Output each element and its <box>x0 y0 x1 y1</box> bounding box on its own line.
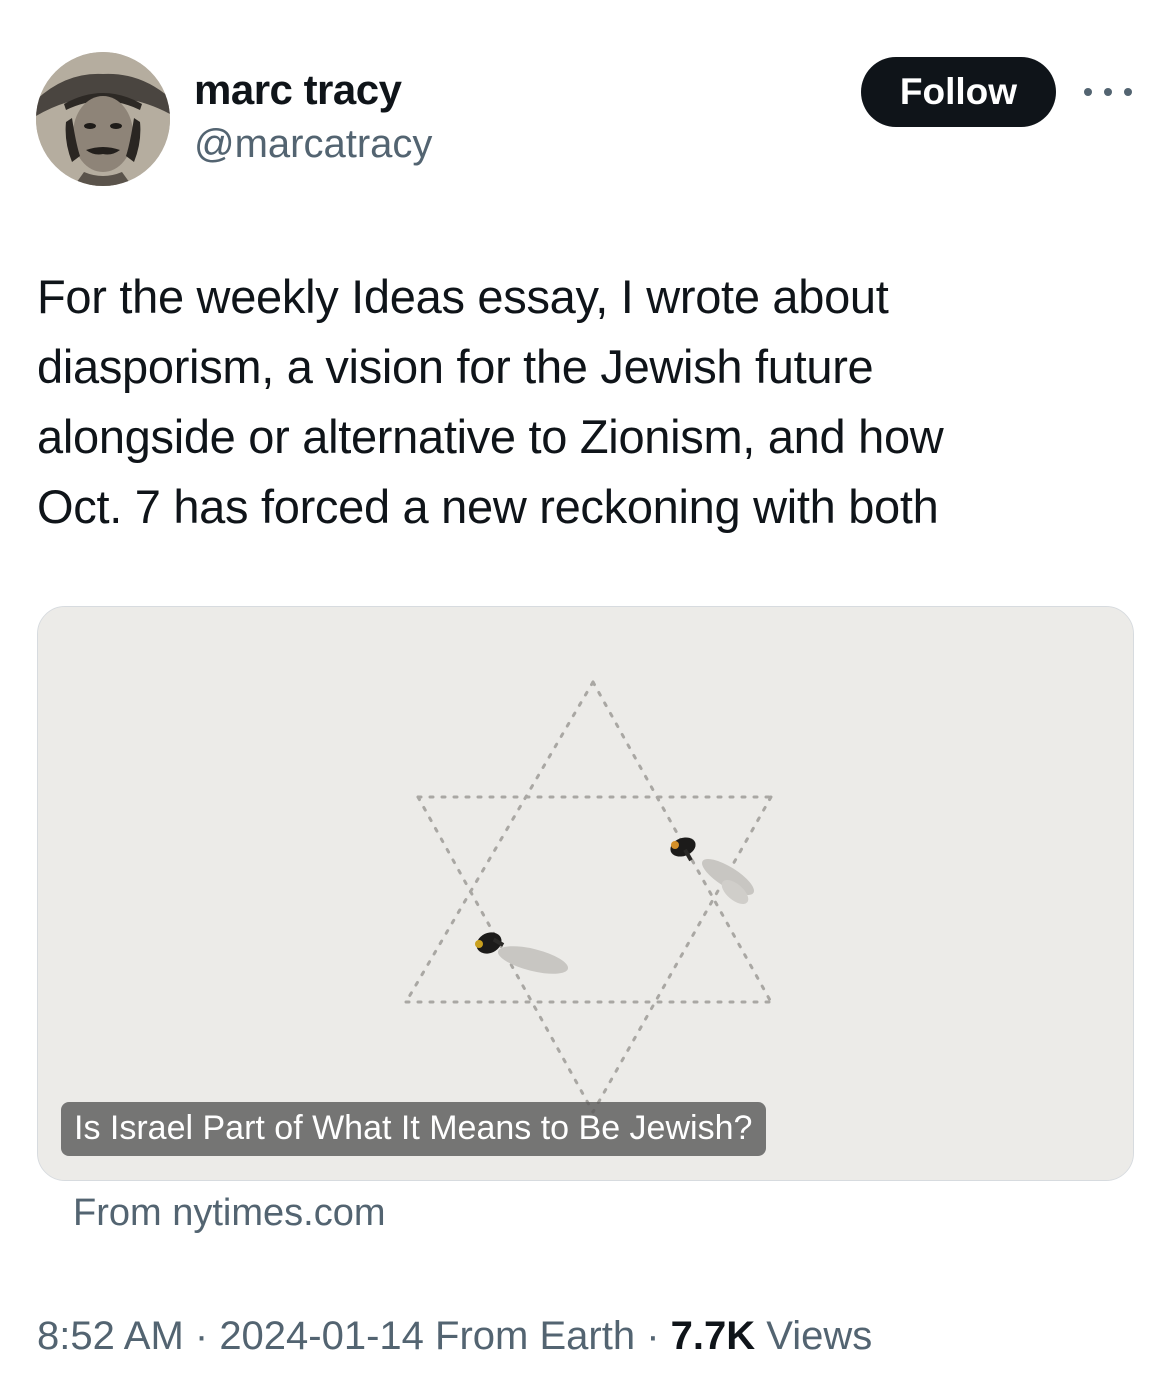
more-dot <box>1124 88 1132 96</box>
link-card[interactable]: Is Israel Part of What It Means to Be Je… <box>37 606 1134 1181</box>
views-label: Views <box>755 1314 873 1358</box>
avatar[interactable] <box>36 52 170 186</box>
more-dot <box>1104 88 1112 96</box>
avatar-photo <box>36 52 170 186</box>
card-source[interactable]: From nytimes.com <box>73 1192 385 1235</box>
author-handle[interactable]: @marcatracy <box>194 122 432 167</box>
card-title: Is Israel Part of What It Means to Be Je… <box>61 1102 767 1156</box>
author-display-name[interactable]: marc tracy <box>194 66 402 114</box>
tweet-meta: 8:52 AM · 2024-01-14 From Earth · 7.7K V… <box>37 1314 872 1359</box>
meta-separator: · <box>635 1314 671 1358</box>
views-count: 7.7K <box>670 1314 756 1358</box>
post-date[interactable]: 2024-01-14 From Earth <box>219 1314 635 1358</box>
more-dot <box>1084 88 1092 96</box>
timestamp[interactable]: 8:52 AM <box>37 1314 184 1358</box>
tweet-text: For the weekly Ideas essay, I wrote abou… <box>37 270 944 533</box>
card-image <box>38 607 1133 1180</box>
more-horizontal-icon[interactable] <box>1084 80 1132 104</box>
follow-button[interactable]: Follow <box>861 57 1056 127</box>
meta-separator: · <box>183 1314 220 1358</box>
